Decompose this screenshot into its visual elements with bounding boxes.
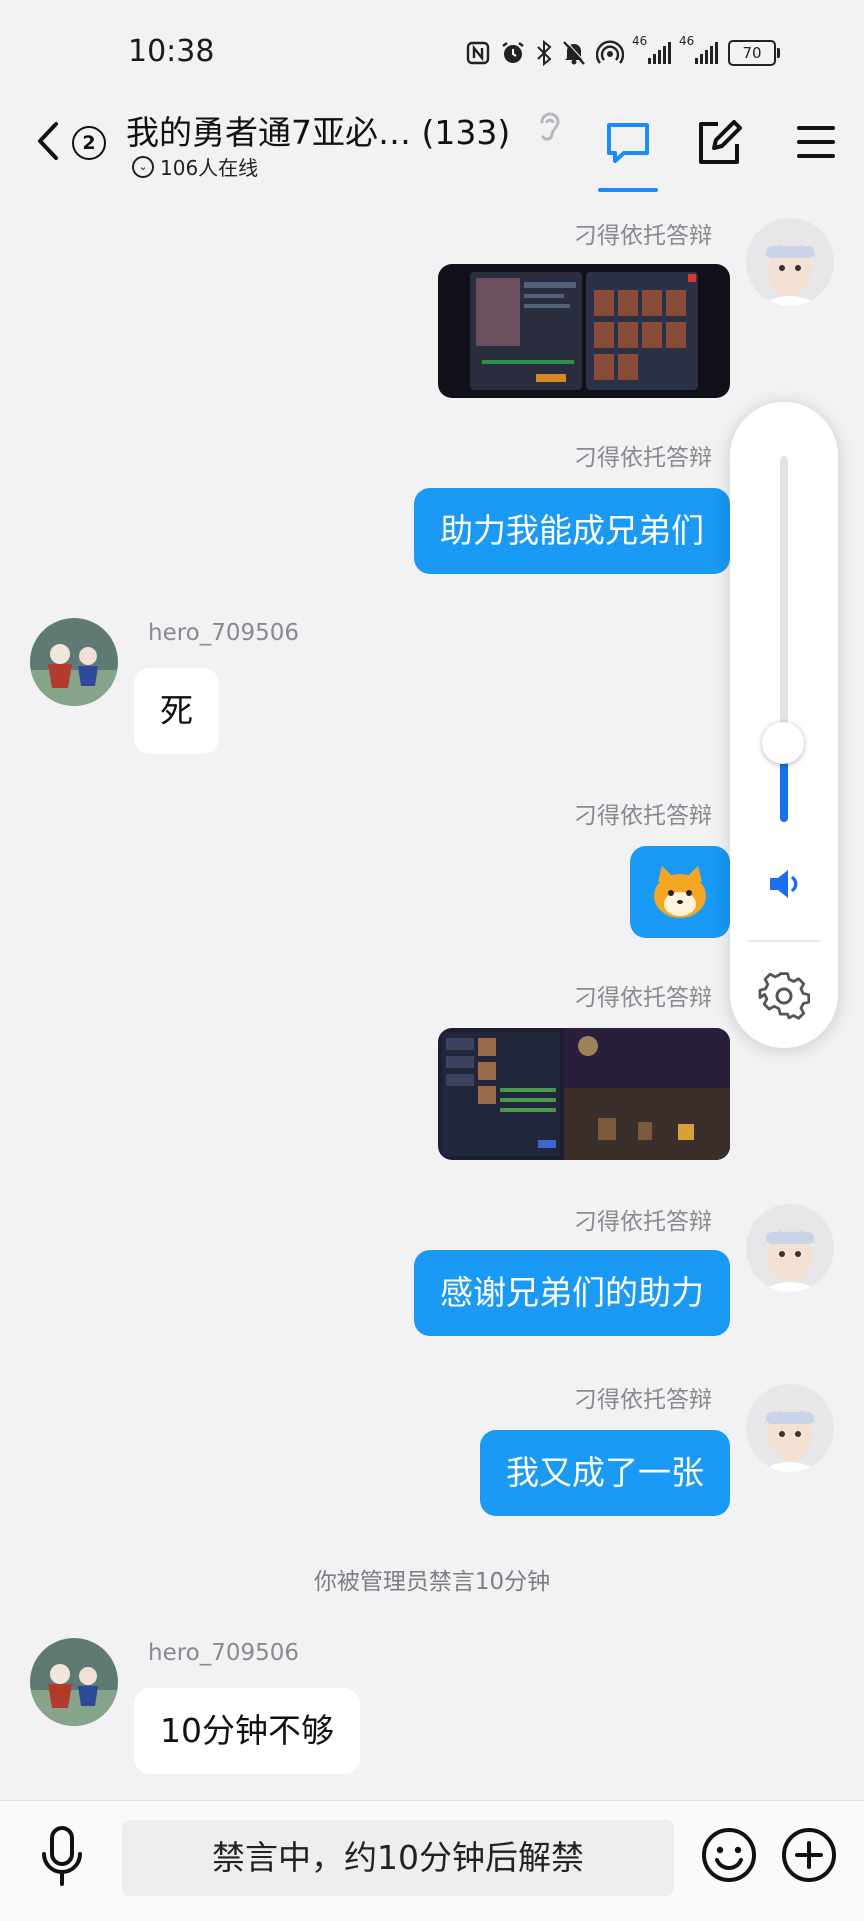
nfc-icon bbox=[466, 41, 490, 65]
volume-slider-handle[interactable] bbox=[762, 722, 804, 764]
gear-icon bbox=[758, 972, 811, 1020]
message-bubble[interactable]: 我又成了一张 bbox=[480, 1430, 730, 1516]
message-sender: 刁得依托答辩 bbox=[574, 223, 712, 249]
emoji-button[interactable] bbox=[700, 1826, 758, 1884]
menu-button[interactable] bbox=[796, 124, 836, 160]
menu-icon bbox=[797, 126, 835, 158]
message-sender: 刁得依托答辩 bbox=[574, 803, 712, 829]
chat-title[interactable]: 我的勇者通7亚必… (133) bbox=[126, 106, 510, 154]
message-sender: 刁得依托答辩 bbox=[574, 445, 712, 471]
message-sender: 刁得依托答辩 bbox=[574, 985, 712, 1011]
plus-icon bbox=[782, 1828, 836, 1882]
signal-1-label: 46 bbox=[632, 34, 648, 48]
message-bubble[interactable]: 死 bbox=[134, 668, 219, 754]
dog-emoji-icon bbox=[654, 866, 706, 918]
message-bubble[interactable]: 10分钟不够 bbox=[134, 1688, 360, 1774]
message-sender: hero_709506 bbox=[148, 1640, 300, 1666]
message-sender: 刁得依托答辩 bbox=[574, 1387, 712, 1413]
alarm-icon bbox=[500, 40, 526, 66]
speaker-button[interactable] bbox=[766, 866, 804, 902]
edit-icon bbox=[699, 120, 742, 164]
signal-2-icon: 46 bbox=[679, 34, 718, 64]
avatar[interactable] bbox=[746, 1204, 834, 1292]
tab-chat[interactable] bbox=[604, 120, 652, 166]
tab-chat-indicator bbox=[598, 188, 658, 192]
battery-icon: 70 bbox=[728, 40, 780, 66]
sticker-message[interactable] bbox=[630, 846, 730, 938]
system-message: 你被管理员禁言10分钟 bbox=[313, 1569, 551, 1595]
message-input-disabled[interactable]: 禁言中，约10分钟后解禁 bbox=[122, 1820, 674, 1896]
image-message[interactable] bbox=[438, 1028, 730, 1160]
mic-icon bbox=[42, 1826, 82, 1886]
signal-2-label: 46 bbox=[679, 34, 695, 48]
bluetooth-icon bbox=[536, 40, 552, 66]
image-message[interactable] bbox=[438, 264, 730, 398]
unread-badge: 2 bbox=[72, 126, 106, 160]
avatar[interactable] bbox=[30, 618, 118, 706]
avatar[interactable] bbox=[746, 218, 834, 306]
online-count-label: 106人在线 bbox=[160, 156, 259, 180]
avatar[interactable] bbox=[746, 1384, 834, 1472]
speaker-icon bbox=[770, 870, 798, 898]
message-bubble[interactable]: 感谢兄弟们的助力 bbox=[414, 1250, 730, 1336]
online-count[interactable]: ⌄ 106人在线 bbox=[132, 152, 258, 181]
message-sender: hero_709506 bbox=[148, 620, 300, 646]
back-button[interactable] bbox=[30, 118, 70, 164]
message-bubble[interactable]: 助力我能成兄弟们 bbox=[414, 488, 730, 574]
tab-edit[interactable] bbox=[696, 118, 742, 166]
volume-divider bbox=[748, 940, 820, 942]
ear-icon bbox=[534, 108, 564, 144]
volume-settings-button[interactable] bbox=[758, 970, 811, 1022]
status-time: 10:38 bbox=[128, 34, 215, 69]
signal-1-icon: 46 bbox=[632, 34, 671, 64]
chat-icon bbox=[607, 123, 649, 163]
hotspot-icon bbox=[596, 40, 624, 66]
emoji-icon bbox=[702, 1828, 756, 1882]
avatar[interactable] bbox=[30, 1638, 118, 1726]
status-icons: 46 46 70 bbox=[466, 34, 780, 70]
more-button[interactable] bbox=[780, 1826, 838, 1884]
voice-button[interactable] bbox=[36, 1824, 88, 1890]
back-icon bbox=[38, 122, 58, 160]
mute-icon bbox=[562, 40, 586, 66]
message-sender: 刁得依托答辩 bbox=[574, 1209, 712, 1235]
chevron-down-icon: ⌄ bbox=[132, 155, 154, 178]
